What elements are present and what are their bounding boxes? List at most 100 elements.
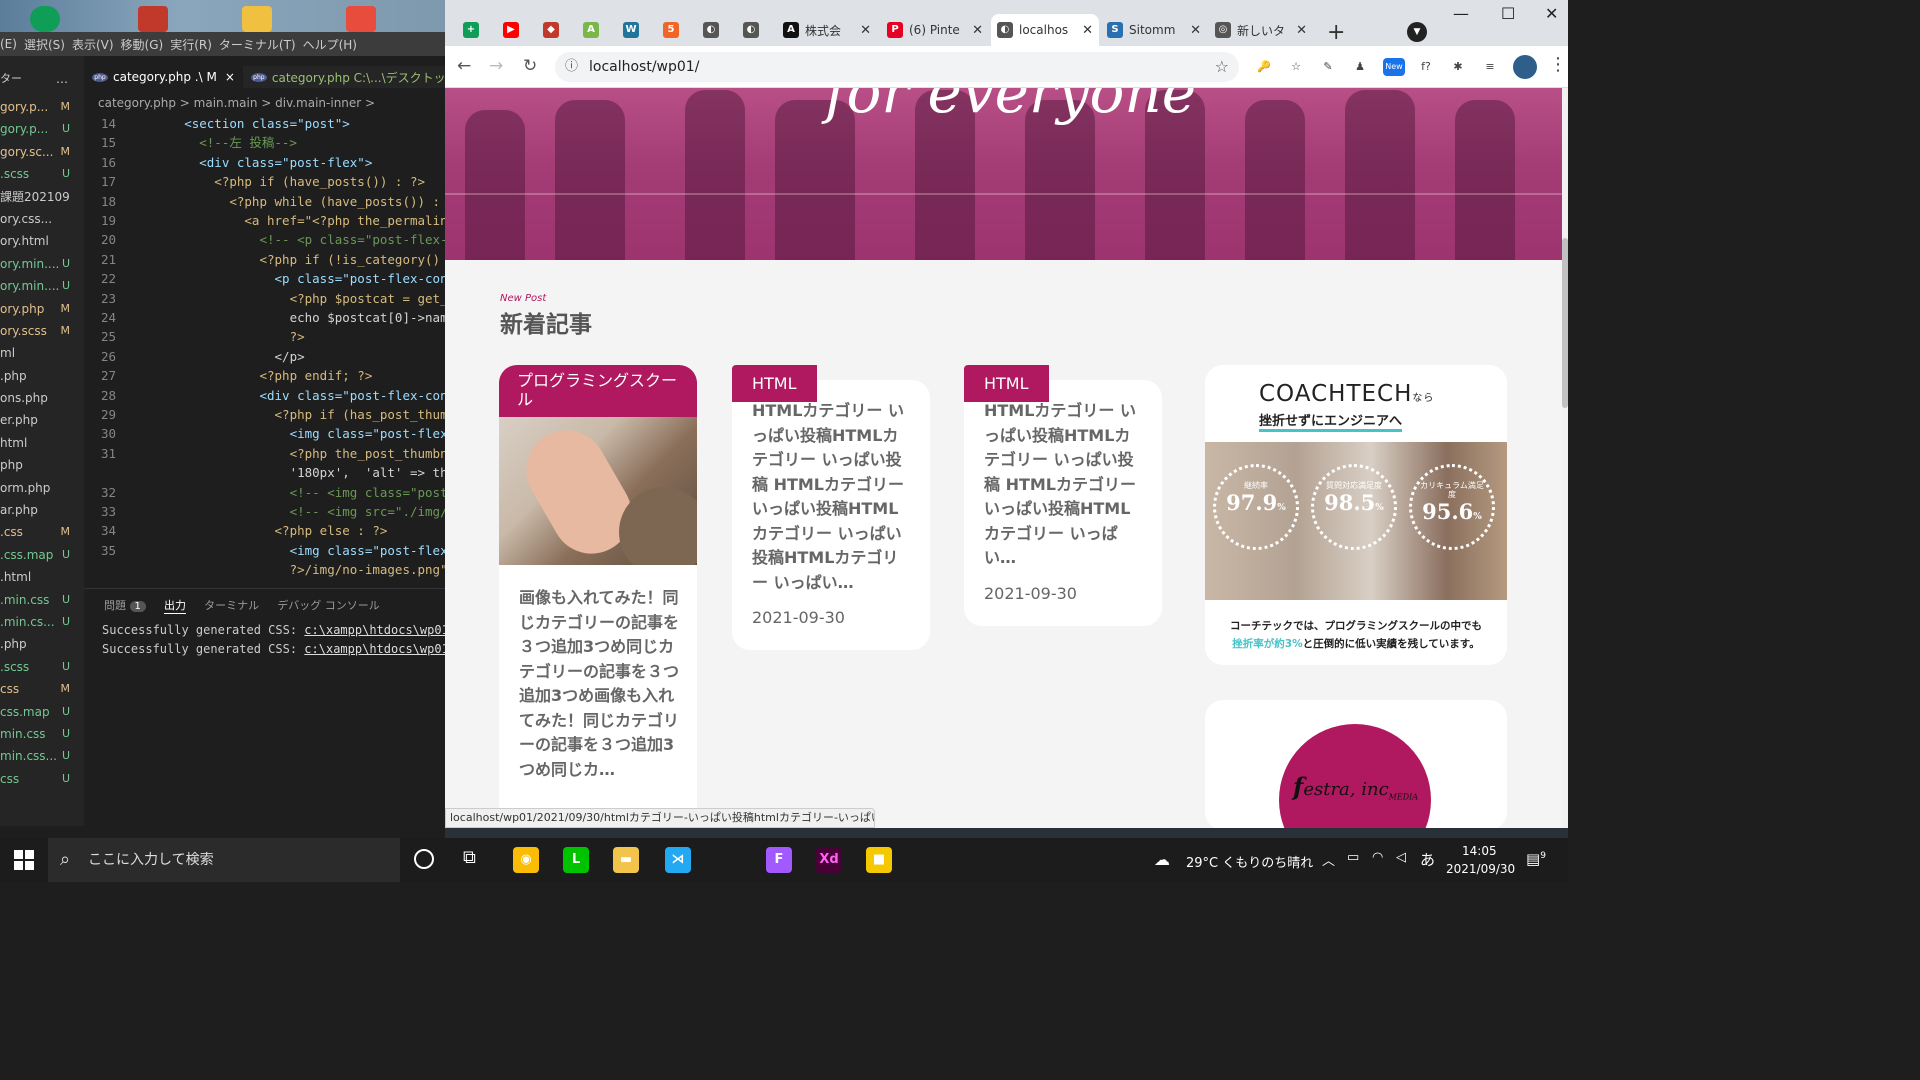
explorer-file-item[interactable]: ory.scss M bbox=[0, 320, 84, 342]
browser-tab[interactable]: A bbox=[577, 14, 613, 46]
code-editor[interactable]: 14 <section class="post"> 15 <!--左 投稿--> 1… bbox=[84, 114, 445, 584]
browser-tab[interactable]: ◐ bbox=[737, 14, 773, 46]
explorer-file-item[interactable]: gory.p... U bbox=[0, 118, 84, 140]
output-link[interactable]: c:\xampp\htdocs\wp01 bbox=[304, 623, 445, 637]
address-bar[interactable]: ⓘ localhost/wp01/ ☆ bbox=[555, 52, 1239, 82]
editor-tab-category-php[interactable]: php category.php .\ M × bbox=[84, 66, 243, 88]
extension-icon[interactable]: ☆ bbox=[1287, 58, 1305, 76]
close-window-button[interactable]: ✕ bbox=[1545, 4, 1558, 23]
menu-item[interactable]: ヘルプ(H) bbox=[303, 36, 357, 53]
cortana-icon[interactable] bbox=[414, 849, 434, 869]
chrome-menu-icon[interactable]: ⋮ bbox=[1549, 54, 1567, 75]
explorer-file-item[interactable]: orm.php bbox=[0, 477, 84, 499]
explorer-file-item[interactable]: ory.min.... U bbox=[0, 253, 84, 275]
browser-tab[interactable]: A 株式会 ✕ bbox=[777, 14, 877, 46]
explorer-file-item[interactable]: ml bbox=[0, 342, 84, 364]
back-button[interactable]: ← bbox=[457, 56, 471, 76]
code-line[interactable]: 31 <?php the_post_thumbn bbox=[84, 444, 445, 463]
task-view-icon[interactable]: ⧉ bbox=[463, 847, 476, 868]
reload-button[interactable]: ↻ bbox=[523, 56, 537, 76]
panel-tab-debug-console[interactable]: デバッグ コンソール bbox=[277, 597, 380, 613]
editor-tab-category-php-desktop[interactable]: php category.php C:\...\デスクトップ bbox=[243, 66, 445, 88]
new-tab-button[interactable]: + bbox=[1327, 20, 1345, 45]
code-line[interactable]: 19 <a href="<?php the_permalin bbox=[84, 211, 445, 230]
explorer-file-item[interactable]: ons.php bbox=[0, 387, 84, 409]
maximize-button[interactable]: ☐ bbox=[1501, 4, 1515, 23]
browser-tab[interactable]: P (6) Pinte ✕ bbox=[881, 14, 989, 46]
extension-icon[interactable]: ✱ bbox=[1449, 58, 1467, 76]
panel-tab-output[interactable]: 出力 bbox=[164, 597, 187, 614]
explorer-file-item[interactable]: ar.php bbox=[0, 499, 84, 521]
explorer-file-item[interactable]: gory.p... M bbox=[0, 96, 84, 118]
code-line[interactable]: 14 <section class="post"> bbox=[84, 114, 445, 133]
menu-item[interactable]: 選択(S) bbox=[24, 36, 65, 53]
breadcrumb[interactable]: category.php > main.main > div.main-inne… bbox=[84, 96, 445, 114]
code-line[interactable]: 36 <?php endif ?> bbox=[84, 580, 445, 584]
browser-tab[interactable]: W bbox=[617, 14, 653, 46]
explorer-file-item[interactable]: php bbox=[0, 454, 84, 476]
explorer-file-item[interactable]: gory.sc... M bbox=[0, 141, 84, 163]
code-line[interactable]: 30 <img class="post-flex bbox=[84, 424, 445, 443]
clock-time[interactable]: 14:05 bbox=[1462, 844, 1497, 858]
menu-item[interactable]: (E) bbox=[0, 37, 17, 51]
xd-app-icon[interactable]: Xd bbox=[816, 847, 842, 873]
explorer-file-item[interactable]: .css.map U bbox=[0, 544, 84, 566]
tab-close-icon[interactable]: ✕ bbox=[856, 23, 871, 38]
post-card[interactable]: HTML HTMLカテゴリー いっぱい投稿HTMLカテゴリー いっぱい投稿 HT… bbox=[964, 365, 1162, 626]
chrome-app-icon[interactable]: ◉ bbox=[513, 847, 539, 873]
tab-close-icon[interactable]: ✕ bbox=[1078, 23, 1093, 38]
browser-tab[interactable]: ◐ bbox=[697, 14, 733, 46]
explorer-file-item[interactable]: .min.cs... U bbox=[0, 611, 84, 633]
panel-tab-problems[interactable]: 問題 1 bbox=[104, 597, 146, 613]
explorer-file-item[interactable]: .min.css U bbox=[0, 589, 84, 611]
battery-icon[interactable]: ▭ bbox=[1347, 850, 1359, 865]
tab-search-button[interactable]: ▼ bbox=[1407, 22, 1427, 42]
menu-item[interactable]: 実行(R) bbox=[170, 36, 212, 53]
code-line[interactable]: 23 <?php $postcat = get_ bbox=[84, 289, 445, 308]
explorer-file-item[interactable]: ory.min.... U bbox=[0, 275, 84, 297]
coachtech-banner[interactable]: COACHTECHなら 挫折せずにエンジニアへ 継続率 97.9% 質問対応満足度 9… bbox=[1205, 365, 1507, 665]
explorer-file-item[interactable]: ory.html bbox=[0, 230, 84, 252]
ime-indicator[interactable]: あ bbox=[1420, 849, 1435, 870]
more-actions-icon[interactable]: … bbox=[56, 72, 68, 86]
code-line[interactable]: 28 <div class="post-flex-con bbox=[84, 386, 445, 405]
explorer-file-item[interactable]: .html bbox=[0, 566, 84, 588]
code-line[interactable]: 29 <?php if (has_post_thum bbox=[84, 405, 445, 424]
code-line[interactable]: 15 <!--左 投稿--> bbox=[84, 133, 445, 152]
explorer-file-item[interactable]: 課題202109 bbox=[0, 186, 84, 208]
browser-tab[interactable]: ▶ bbox=[497, 14, 533, 46]
explorer-file-item[interactable]: css U bbox=[0, 768, 84, 790]
desktop-icon[interactable] bbox=[138, 6, 168, 32]
code-line[interactable]: 27 <?php endif; ?> bbox=[84, 366, 445, 385]
chevron-up-icon[interactable]: ︿ bbox=[1322, 850, 1335, 869]
extension-icon[interactable]: ♟ bbox=[1351, 58, 1369, 76]
explorer-file-item[interactable]: min.css U bbox=[0, 723, 84, 745]
menu-item[interactable]: 移動(G) bbox=[121, 36, 164, 53]
panel-tab-terminal[interactable]: ターミナル bbox=[204, 597, 259, 613]
windows-start-icon[interactable] bbox=[14, 850, 34, 870]
folder-icon[interactable] bbox=[242, 6, 272, 32]
explorer-file-item[interactable]: ory.php M bbox=[0, 298, 84, 320]
clock-date[interactable]: 2021/09/30 bbox=[1446, 862, 1515, 876]
extension-icon[interactable]: f? bbox=[1417, 58, 1435, 76]
explorer-file-item[interactable]: .scss U bbox=[0, 656, 84, 678]
code-line[interactable]: 20 <!-- <p class="post-flex- bbox=[84, 230, 445, 249]
explorer-file-item[interactable]: css M bbox=[0, 678, 84, 700]
browser-tab[interactable]: 5 bbox=[657, 14, 693, 46]
festra-banner[interactable]: festra, incMEDIA bbox=[1205, 700, 1507, 828]
post-card[interactable]: HTML HTMLカテゴリー いっぱい投稿HTMLカテゴリー いっぱい投稿 HT… bbox=[732, 365, 930, 650]
close-icon[interactable]: × bbox=[225, 70, 235, 84]
notification-icon[interactable]: ▤9 bbox=[1526, 850, 1546, 868]
explorer-app-icon[interactable]: ▬ bbox=[613, 847, 639, 873]
explorer-file-item[interactable]: min.css... U bbox=[0, 745, 84, 767]
explorer-file-item[interactable]: html bbox=[0, 432, 84, 454]
code-line[interactable]: 22 <p class="post-flex-con bbox=[84, 269, 445, 288]
browser-tab[interactable]: S Sitomm ✕ bbox=[1101, 14, 1207, 46]
extension-icon[interactable]: ≡ bbox=[1481, 58, 1499, 76]
code-line[interactable]: 24 echo $postcat[0]->nam bbox=[84, 308, 445, 327]
post-card[interactable]: プログラミングスクール 画像も入れてみた！同じカテゴリーの記事を３つ追加3つめ同… bbox=[499, 365, 697, 828]
code-line[interactable]: 17 <?php if (have_posts()) : ?> bbox=[84, 172, 445, 191]
weather-icon[interactable]: ☁ bbox=[1154, 850, 1170, 869]
code-line[interactable]: 34 <?php else : ?> bbox=[84, 521, 445, 540]
code-line[interactable]: '180px', 'alt' => th bbox=[84, 463, 445, 482]
